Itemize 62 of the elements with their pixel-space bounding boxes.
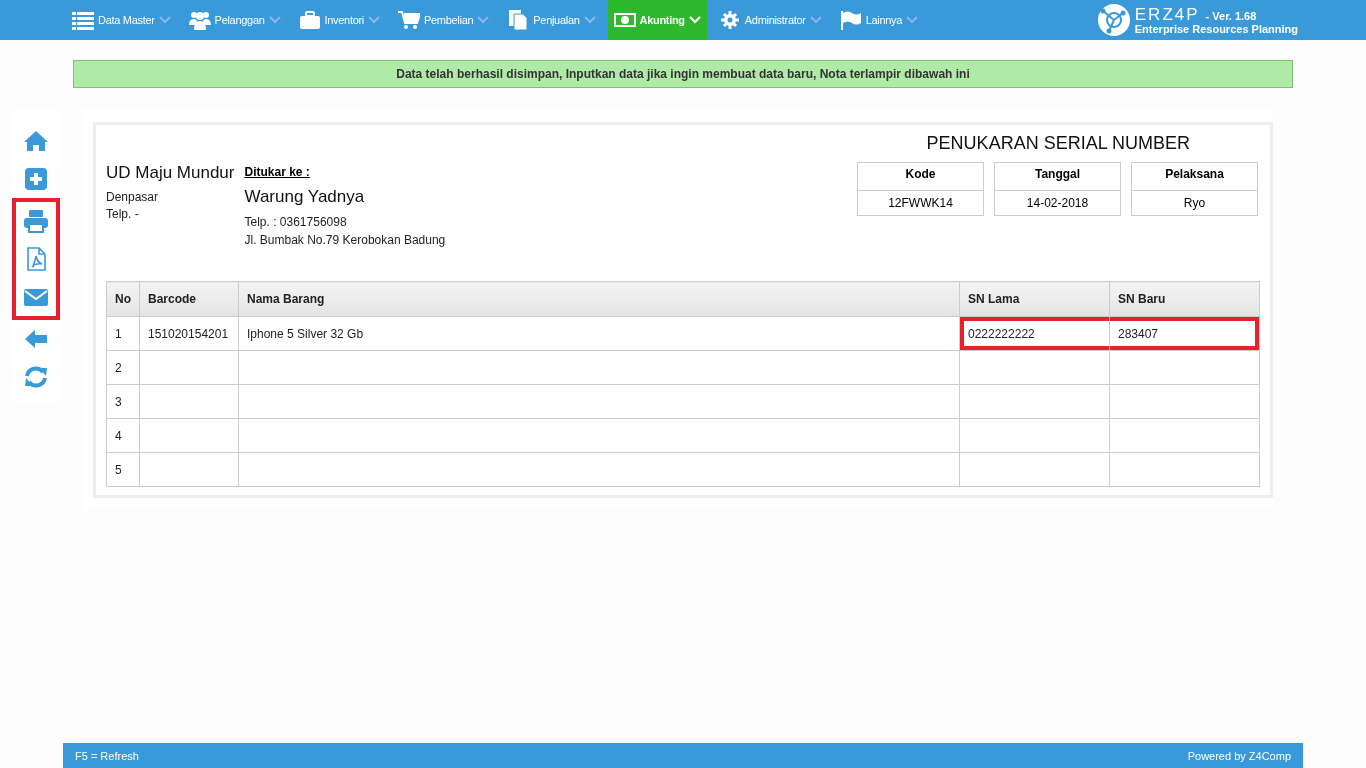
table-cell: 283407 [1109, 316, 1260, 351]
mail-icon[interactable] [12, 278, 60, 320]
table-cell: 4 [106, 418, 140, 453]
nav-menu-item[interactable]: Pelanggan [182, 0, 287, 40]
nav-menu-item[interactable]: Data Master [66, 0, 177, 40]
recipient-phone: Telp. : 0361756098 [244, 214, 348, 231]
recipient-address: Jl. Bumbak No.79 Kerobokan Badung [244, 232, 446, 249]
table-cell: 3 [106, 384, 140, 419]
info-value: Ryo [1182, 195, 1207, 212]
print-icon[interactable] [12, 198, 60, 240]
chevron-down-icon [268, 16, 281, 24]
info-label: Kode [858, 163, 983, 191]
company-phone: Telp. - [106, 206, 140, 223]
chevron-down-icon [906, 16, 919, 24]
table-cell: 2 [106, 350, 140, 385]
column-header: No [106, 281, 140, 317]
chevron-down-icon [477, 16, 490, 24]
chevron-down-icon [583, 16, 596, 24]
document-title: PENUKARAN SERIAL NUMBER [926, 133, 1190, 154]
table-cell: Iphone 5 Silver 32 Gb [238, 316, 960, 351]
nav-menu-item[interactable]: Administrator [712, 0, 828, 40]
nav-menu-item[interactable]: Lainnya [833, 0, 925, 40]
list-icon [72, 10, 94, 30]
brand-logo: ERZ4P [1134, 5, 1200, 23]
table-cell: 0222222222 [959, 316, 1110, 351]
footer-credit: Powered by Z4Comp [1187, 749, 1291, 762]
chevron-down-icon [809, 16, 822, 24]
flag-icon [839, 10, 862, 30]
info-value: 12FWWK14 [887, 195, 954, 212]
column-header: SN Lama [959, 281, 1110, 317]
footer-hint: F5 = Refresh [75, 749, 139, 762]
nav-menu-item[interactable]: Pembelian [392, 0, 496, 40]
table-cell: 1 [106, 316, 140, 351]
nav-menu-item[interactable]: Penjualan [501, 0, 602, 40]
success-alert: Data telah berhasil disimpan, Inputkan data jika ingin membuat data baru, Nota terlampir dibawah ini [73, 60, 1293, 88]
version-label: - Ver. 1.68 [1205, 9, 1257, 22]
table-cell: 5 [106, 452, 140, 487]
company-city: Denpasar [106, 189, 160, 206]
company-name: UD Maju Mundur [106, 163, 235, 183]
chevron-down-icon [158, 16, 171, 24]
nav-menu-item[interactable]: Akunting [607, 0, 707, 40]
column-header: Barcode [139, 281, 239, 317]
settings-icon [718, 10, 741, 30]
info-label: Tanggal [995, 163, 1120, 191]
table-cell: 151020154201 [139, 316, 239, 351]
column-header: SN Baru [1109, 281, 1260, 317]
column-header: Nama Barang [238, 281, 960, 317]
recipient-name: Warung Yadnya [244, 187, 366, 207]
info-value: 14-02-2018 [1025, 195, 1090, 212]
document-icon [507, 10, 530, 30]
logo-icon [1096, 3, 1131, 37]
cart-icon [398, 10, 420, 30]
money-icon [613, 10, 636, 30]
nav-menu-item[interactable]: Inventori [292, 0, 386, 40]
chevron-down-icon [688, 16, 701, 24]
recipient-heading: Ditukar ke : [244, 165, 311, 179]
briefcase-icon [298, 10, 321, 30]
users-icon [188, 10, 211, 30]
info-label: Pelaksana [1132, 163, 1257, 191]
chevron-down-icon [368, 16, 380, 24]
pdf-file-icon[interactable] [12, 240, 60, 278]
brand-subtitle: Enterprise Resources Planning [1134, 22, 1298, 35]
